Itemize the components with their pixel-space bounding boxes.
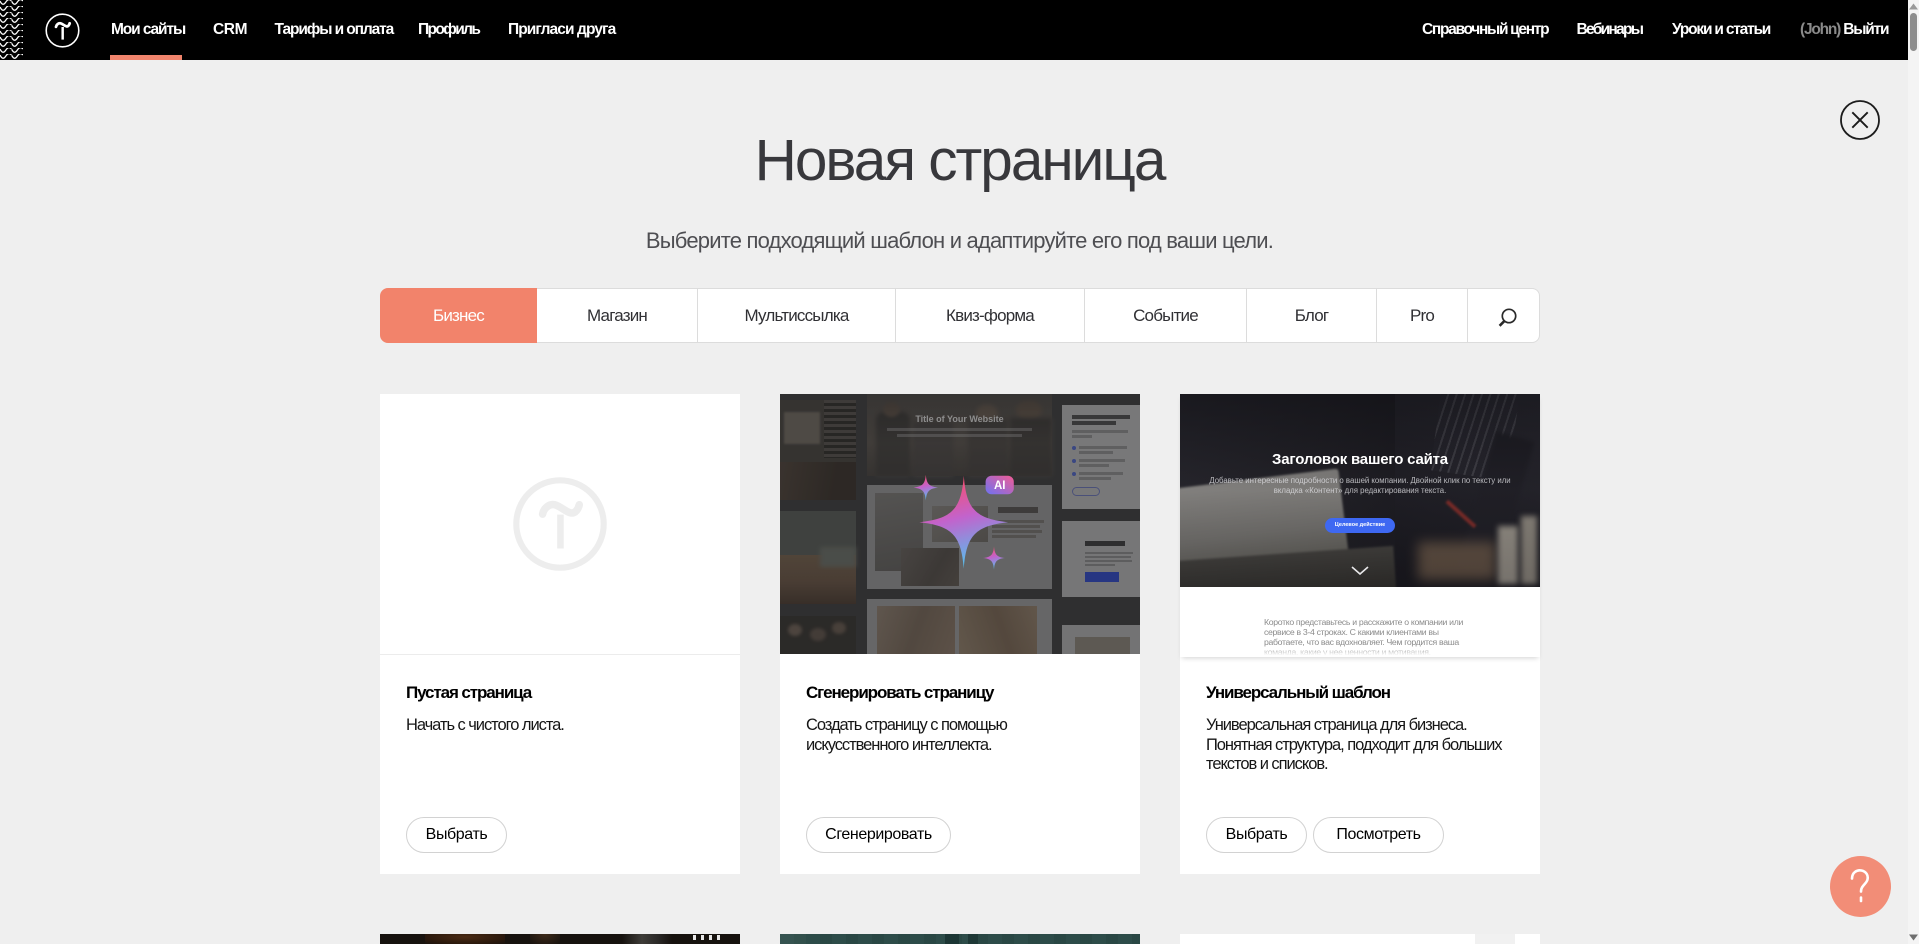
svg-text:AI: AI [994,480,1006,492]
